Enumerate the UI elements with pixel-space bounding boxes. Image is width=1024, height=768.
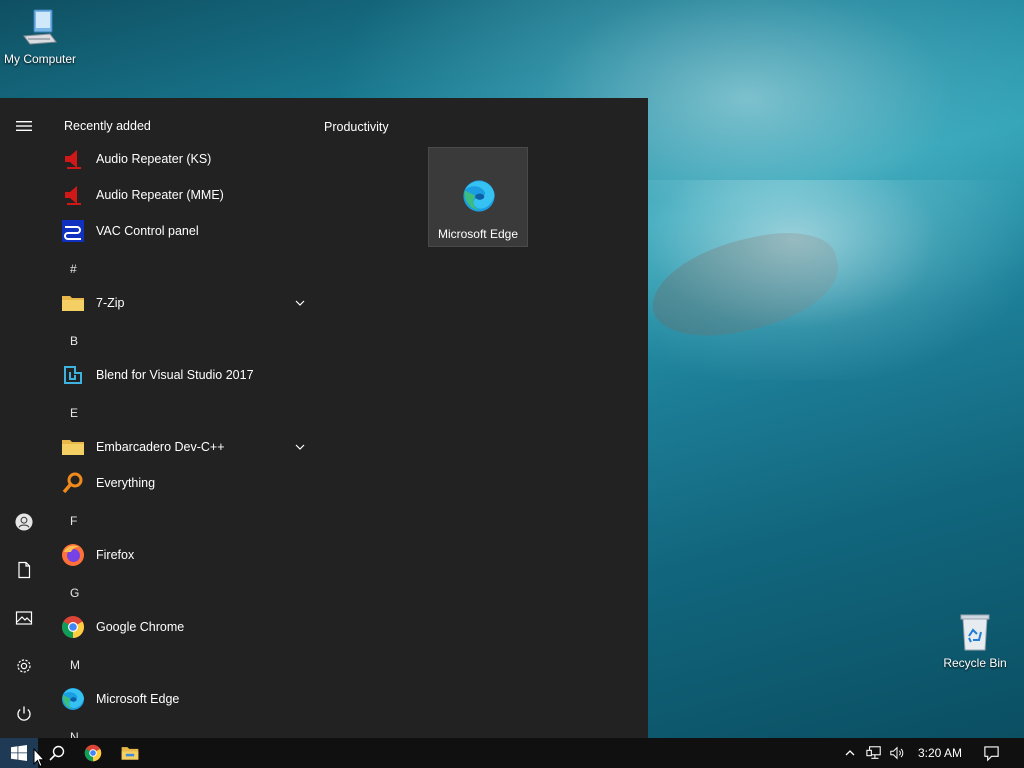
app-item-firefox[interactable]: Firefox: [60, 537, 306, 573]
network-button[interactable]: [862, 738, 886, 768]
windows-start-icon: [11, 745, 27, 761]
vac-cable-icon: [60, 218, 86, 244]
hamburger-menu-button[interactable]: [0, 106, 48, 146]
section-letter-e[interactable]: E: [70, 406, 78, 420]
app-label: 7-Zip: [96, 296, 125, 310]
app-label: Audio Repeater (KS): [96, 152, 212, 166]
desktop-icon-recycle-bin[interactable]: Recycle Bin: [935, 612, 1015, 670]
network-icon: [866, 746, 881, 759]
app-label: Google Chrome: [96, 620, 185, 634]
recycle-bin-icon: [955, 612, 995, 652]
volume-icon: [890, 746, 904, 760]
hamburger-menu-icon: [16, 121, 32, 131]
section-letter-m[interactable]: M: [70, 658, 80, 672]
app-label: VAC Control panel: [96, 224, 199, 238]
file-explorer-icon: [121, 747, 139, 760]
section-letter-b[interactable]: B: [70, 334, 78, 348]
chevron-up-icon: [845, 750, 855, 756]
taskbar-clock[interactable]: 3:20 AM: [906, 738, 974, 768]
chevron-down-icon[interactable]: [294, 441, 306, 453]
app-item-microsoft-edge[interactable]: Microsoft Edge: [60, 681, 306, 717]
settings-gear-icon: [17, 659, 31, 673]
show-hidden-icons-button[interactable]: [840, 738, 860, 768]
app-item-audio-repeater-mme[interactable]: Audio Repeater (MME): [60, 177, 306, 213]
app-label: Audio Repeater (MME): [96, 188, 224, 202]
action-center-icon: [983, 745, 999, 761]
start-menu-rail: [0, 98, 48, 738]
user-account-icon: [15, 513, 33, 531]
edge-icon: [60, 686, 86, 712]
app-label: Firefox: [96, 548, 135, 562]
search-icon: [49, 745, 65, 761]
taskbar: 3:20 AM: [0, 738, 1024, 768]
action-center-button[interactable]: [976, 738, 1006, 768]
app-item-everything[interactable]: Everything: [60, 465, 306, 501]
desktop-icon-my-computer[interactable]: My Computer: [0, 8, 80, 66]
recently-added-header: Recently added: [64, 119, 151, 133]
section-letter-hash[interactable]: #: [70, 262, 77, 276]
blend-icon: [60, 362, 86, 388]
pictures-icon: [15, 611, 33, 625]
chevron-down-icon[interactable]: [294, 297, 306, 309]
speaker-red-icon: [60, 182, 86, 208]
app-item-vac-control-panel[interactable]: VAC Control panel: [60, 213, 306, 249]
app-label: Everything: [96, 476, 156, 490]
app-label: Microsoft Edge: [96, 692, 180, 706]
app-item-google-chrome[interactable]: Google Chrome: [60, 609, 306, 645]
all-apps-list: Recently added Audio Repeater (KS) Audio…: [48, 98, 308, 738]
app-label: Blend for Visual Studio 2017: [96, 368, 254, 382]
chrome-icon: [84, 744, 102, 762]
documents-icon: [18, 561, 31, 579]
taskbar-chrome-button[interactable]: [74, 738, 112, 768]
section-letter-g[interactable]: G: [70, 586, 79, 600]
settings-button[interactable]: [0, 646, 48, 686]
app-folder-embarcadero-dev-cpp[interactable]: Embarcadero Dev-C++: [60, 429, 306, 465]
chrome-icon: [60, 614, 86, 640]
folder-icon: [60, 434, 86, 460]
firefox-icon: [60, 542, 86, 568]
app-folder-7-zip[interactable]: 7-Zip: [60, 285, 306, 321]
desktop-icon-label: Recycle Bin: [943, 656, 1007, 670]
magnifier-orange-icon: [60, 470, 86, 496]
power-icon: [17, 706, 31, 721]
tile-microsoft-edge[interactable]: Microsoft Edge: [428, 147, 528, 247]
computer-icon: [20, 8, 60, 48]
user-account-button[interactable]: [0, 502, 48, 542]
speaker-red-icon: [60, 146, 86, 172]
folder-icon: [60, 290, 86, 316]
volume-button[interactable]: [886, 738, 908, 768]
tiles-area: Productivity Microsoft Edge: [308, 98, 648, 738]
app-item-blend-visual-studio-2017[interactable]: Blend for Visual Studio 2017: [60, 357, 306, 393]
app-label: Embarcadero Dev-C++: [96, 440, 225, 454]
desktop-icon-label: My Computer: [3, 52, 77, 66]
pictures-button[interactable]: [0, 598, 48, 638]
documents-button[interactable]: [0, 550, 48, 590]
power-button[interactable]: [0, 694, 48, 734]
section-letter-f[interactable]: F: [70, 514, 77, 528]
section-letter-n[interactable]: N: [70, 730, 79, 738]
tile-label: Microsoft Edge: [437, 227, 519, 241]
start-menu: Recently added Audio Repeater (KS) Audio…: [0, 98, 648, 738]
taskbar-file-explorer-button[interactable]: [111, 738, 149, 768]
app-item-audio-repeater-ks[interactable]: Audio Repeater (KS): [60, 141, 306, 177]
edge-icon: [462, 179, 496, 213]
mouse-cursor-icon: [33, 748, 45, 768]
tile-group-title[interactable]: Productivity: [324, 120, 389, 134]
